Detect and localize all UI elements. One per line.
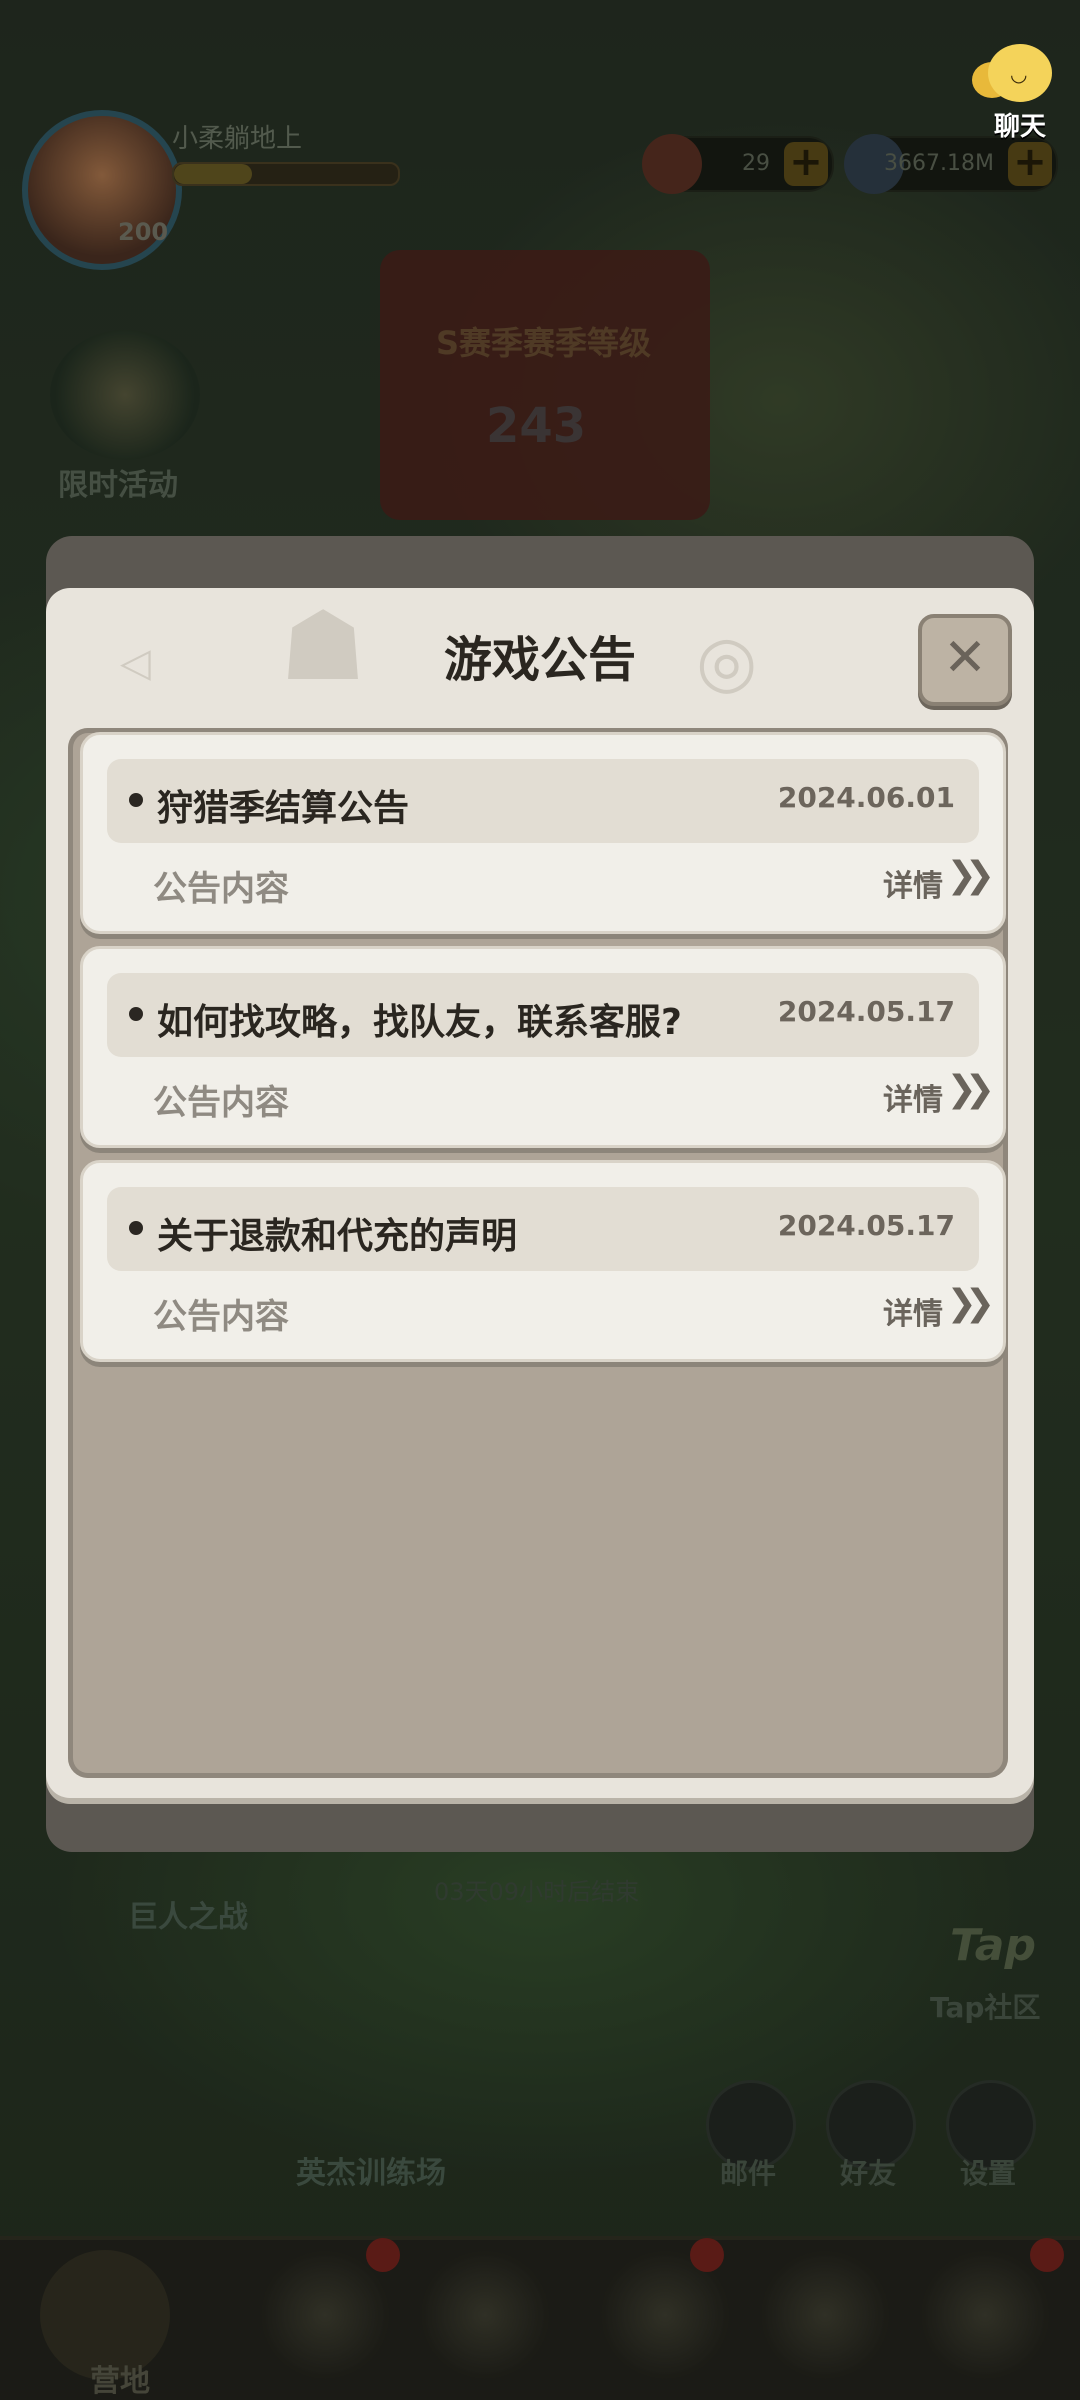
- notice-title: 如何找攻略，找队友，联系客服?: [157, 1002, 682, 1043]
- notice-body: 公告内容: [153, 1083, 289, 1123]
- notice-item[interactable]: 如何找攻略，找队友，联系客服? 2024.05.17 公告内容 详情 ❯❯: [80, 946, 1006, 1148]
- notice-detail-link[interactable]: 详情: [883, 861, 943, 905]
- notice-date: 2024.06.01: [777, 781, 955, 814]
- notice-header: 关于退款和代充的声明 2024.05.17: [107, 1187, 979, 1271]
- double-chevron-icon[interactable]: ❯❯: [947, 1069, 995, 1110]
- double-chevron-icon[interactable]: ❯❯: [947, 855, 995, 896]
- chat-icon: ◡: [1010, 62, 1028, 86]
- notice-item[interactable]: 关于退款和代充的声明 2024.05.17 公告内容 详情 ❯❯: [80, 1160, 1006, 1362]
- notice-detail-link[interactable]: 详情: [883, 1289, 943, 1333]
- notice-title: 关于退款和代充的声明: [157, 1216, 518, 1257]
- double-chevron-icon[interactable]: ❯❯: [947, 1283, 995, 1324]
- chat-label: 聊天: [993, 112, 1046, 142]
- notice-body: 公告内容: [153, 1297, 289, 1337]
- bullet-icon: [129, 1221, 143, 1235]
- notice-body: 公告内容: [153, 869, 289, 909]
- notice-title: 狩猎季结算公告: [157, 788, 410, 829]
- notice-header: 狩猎季结算公告 2024.06.01: [107, 759, 979, 843]
- notice-detail-link[interactable]: 详情: [883, 1075, 943, 1119]
- bullet-icon: [129, 793, 143, 807]
- notice-date: 2024.05.17: [777, 1209, 955, 1242]
- notice-item[interactable]: 狩猎季结算公告 2024.06.01 公告内容 详情 ❯❯: [80, 732, 1006, 934]
- notice-date: 2024.05.17: [777, 995, 955, 1028]
- close-button[interactable]: ✕: [918, 614, 1012, 706]
- notice-header: 如何找攻略，找队友，联系客服? 2024.05.17: [107, 973, 979, 1057]
- close-icon: ✕: [943, 628, 987, 688]
- bullet-icon: [129, 1007, 143, 1021]
- chat-button[interactable]: ◡ 聊天: [970, 40, 1070, 142]
